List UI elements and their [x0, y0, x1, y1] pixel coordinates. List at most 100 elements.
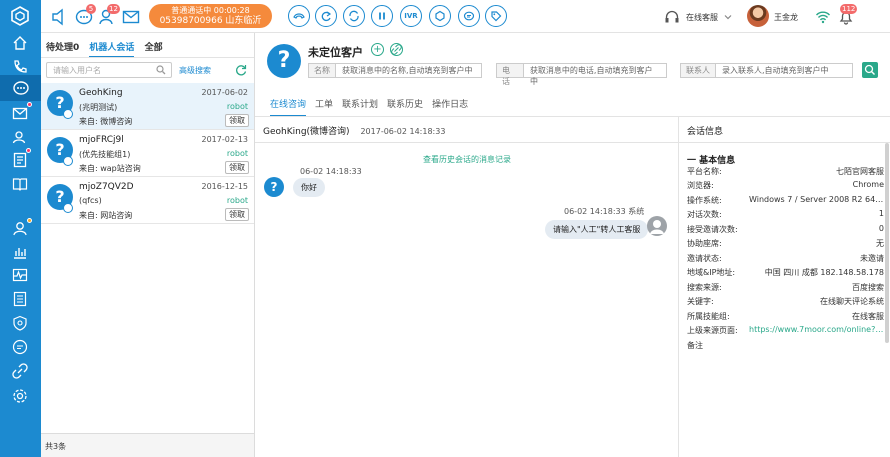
contact-field[interactable]: 联系人 录入联系人,自动填充到客户中: [680, 63, 853, 78]
info-value: Windows 7 / Server 2008 R2 64-bit: [749, 195, 884, 204]
session-item[interactable]: ? GeohKing (兆明测试) 来自: 微博咨询 2017-06-02 ro…: [41, 83, 254, 130]
tab-contact-plan[interactable]: 联系计划: [342, 97, 378, 117]
info-value: 七陌官网客服: [836, 167, 884, 176]
info-value: 百度搜索: [852, 283, 884, 292]
search-icon[interactable]: [156, 65, 166, 75]
nav-list-icon[interactable]: [10, 150, 30, 170]
visitor-message-avatar: ?: [264, 177, 284, 197]
call-status-box: 普通通话中 00:00:28 05398700966 山东临沂: [149, 4, 272, 28]
ivr-button[interactable]: IVR: [400, 5, 422, 27]
session-count: 共3条: [41, 433, 254, 457]
session-item[interactable]: ? mjoFRCj9l (优先技能组1) 来自: wap站咨询 2017-02-…: [41, 130, 254, 177]
session-name: mjoFRCj9l: [79, 135, 124, 145]
nav-shield-icon[interactable]: [10, 313, 30, 333]
info-value: 在线客服: [852, 312, 884, 321]
info-title: 会话信息: [679, 117, 890, 143]
info-key: 对话次数:: [687, 210, 722, 219]
tab-ticket[interactable]: 工单: [315, 97, 333, 117]
session-date: 2016-12-15: [201, 182, 249, 191]
contact-field-placeholder: 录入联系人,自动填充到客户中: [722, 66, 829, 75]
info-row: 地域&IP地址: 中国 四川 成都 182.148.58.178: [687, 267, 884, 278]
name-field[interactable]: 名称 获取消息中的名称,自动填充到客户中: [308, 63, 482, 78]
refresh-icon[interactable]: [235, 64, 247, 76]
message-time: 06-02 14:18:33: [300, 167, 362, 176]
main-tabs: 在线咨询 工单 联系计划 联系历史 操作日志: [270, 97, 468, 117]
app-logo-icon: [10, 6, 30, 26]
info-row: 上级来源页面: https://www.7moor.com/online?sour…: [687, 325, 884, 336]
pause-button[interactable]: [371, 5, 393, 27]
user-avatar[interactable]: [747, 5, 769, 27]
nav-contacts-icon[interactable]: [10, 127, 30, 147]
info-row: 邀请状态: 未邀请: [687, 253, 884, 264]
hold-button[interactable]: [315, 5, 337, 27]
tab-pending[interactable]: 待处理0: [46, 43, 79, 53]
claim-button[interactable]: 领取: [225, 208, 249, 221]
headset-icon[interactable]: [664, 9, 680, 25]
session-item[interactable]: ? mjoZ7QV2D (qfcs) 来自: 网站咨询 2016-12-15 r…: [41, 177, 254, 224]
session-group: (优先技能组1): [79, 150, 131, 159]
message-button[interactable]: [458, 5, 480, 27]
nav-settings-icon[interactable]: [10, 386, 30, 406]
nav-chat-icon[interactable]: [0, 75, 41, 101]
add-customer-button[interactable]: +: [371, 43, 384, 56]
nav-book-icon[interactable]: [10, 174, 30, 194]
nav-link-icon[interactable]: [10, 361, 30, 381]
phone-field[interactable]: 电话 获取消息中的电话,自动填充到客户中: [496, 63, 667, 86]
session-group: (兆明测试): [79, 103, 118, 112]
session-robot-tag: robot: [226, 102, 248, 111]
link-customer-button[interactable]: [390, 43, 403, 56]
main-panel: ? 未定位客户 + 名称 获取消息中的名称,自动填充到客户中 电话 获取消息中的…: [255, 33, 890, 457]
info-scrollbar[interactable]: [885, 143, 889, 343]
nav-report-icon[interactable]: [10, 242, 30, 262]
visitor-message: 你好: [293, 178, 325, 197]
chat-header: GeohKing(微博咨询) 2017-06-02 14:18:33: [255, 117, 678, 143]
info-value: 1: [878, 209, 884, 218]
claim-button[interactable]: 领取: [225, 114, 249, 127]
session-group: (qfcs): [79, 196, 102, 205]
info-value: 中国 四川 成都 182.148.58.178: [764, 268, 884, 277]
info-key: 浏览器:: [687, 181, 714, 190]
hangup-button[interactable]: [288, 5, 310, 27]
tab-contact-history[interactable]: 联系历史: [387, 97, 423, 117]
tab-robot[interactable]: 机器人会话: [89, 43, 135, 58]
history-link[interactable]: 查看历史会话的消息记录: [423, 154, 511, 165]
speaker-icon[interactable]: [50, 7, 70, 27]
source-page-link[interactable]: https://www.7moor.com/online?sourc...: [749, 325, 884, 334]
nav-ticket-icon[interactable]: [10, 289, 30, 309]
nav-message-icon[interactable]: [10, 337, 30, 357]
info-value: 无: [876, 239, 884, 248]
nav-home-icon[interactable]: [10, 33, 30, 53]
tab-all[interactable]: 全部: [145, 43, 163, 53]
message-time: 06-02 14:18:33 系统: [564, 207, 645, 216]
name-field-placeholder: 获取消息中的名称,自动填充到客户中: [342, 66, 473, 75]
info-key: 操作系统:: [687, 196, 722, 205]
info-key: 所属技能组:: [687, 312, 730, 321]
advanced-search-link[interactable]: 高级搜索: [179, 65, 211, 76]
tag-button[interactable]: [485, 5, 507, 27]
claim-button[interactable]: 领取: [225, 161, 249, 174]
session-robot-tag: robot: [226, 196, 248, 205]
phone-field-label: 电话: [497, 64, 524, 86]
user-search-input[interactable]: 请输入用户名: [46, 62, 172, 78]
status-chevron-icon[interactable]: [724, 13, 732, 21]
transfer-button[interactable]: [343, 5, 365, 27]
top-bar: 5 12 普通通话中 00:00:28 05398700966 山东临沂 IVR…: [41, 0, 890, 33]
top-mail-icon[interactable]: [121, 7, 141, 27]
basic-info-header[interactable]: 一 基本信息: [687, 153, 735, 166]
customer-search-button[interactable]: [862, 62, 878, 78]
tab-online-consult[interactable]: 在线咨询: [270, 97, 307, 117]
nav-mail-dot: [27, 102, 32, 107]
customer-avatar: ?: [267, 44, 301, 78]
info-key: 上级来源页面:: [687, 326, 738, 335]
chat-start-time: 2017-06-02 14:18:33: [360, 127, 446, 136]
agent-status[interactable]: 在线客服: [686, 12, 718, 23]
session-date: 2017-02-13: [201, 135, 249, 144]
info-key: 搜索来源:: [687, 283, 722, 292]
consult-button[interactable]: [429, 5, 451, 27]
tab-operation-log[interactable]: 操作日志: [432, 97, 468, 117]
nav-phone-icon[interactable]: [10, 57, 30, 77]
session-date: 2017-06-02: [201, 88, 249, 97]
info-row: 平台名称: 七陌官网客服: [687, 166, 884, 177]
nav-monitor-icon[interactable]: [10, 265, 30, 285]
user-name[interactable]: 王金龙: [774, 12, 798, 23]
